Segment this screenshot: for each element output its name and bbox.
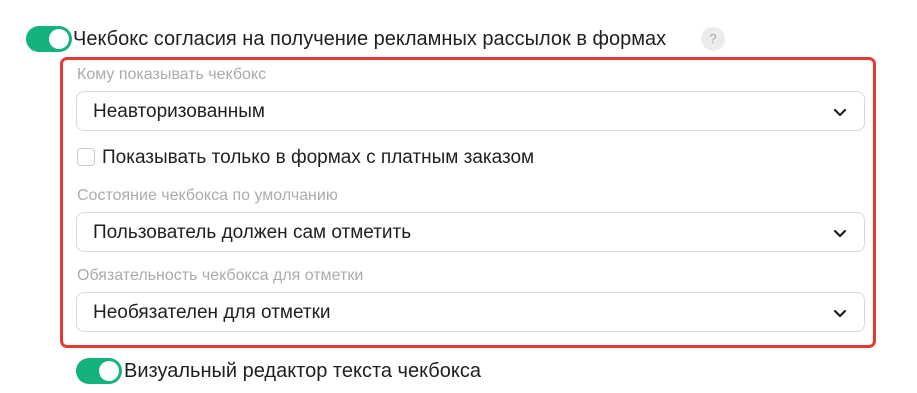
visual-editor-label: Визуальный редактор текста чекбокса [124, 360, 481, 382]
toggle-knob [49, 29, 69, 49]
paid-only-checkbox[interactable] [77, 148, 95, 166]
show-to-select[interactable]: Неавторизованным [76, 91, 865, 131]
visual-editor-toggle[interactable] [76, 358, 122, 384]
required-select[interactable]: Необязателен для отметки [76, 292, 865, 332]
paid-only-label[interactable]: Показывать только в формах с платным зак… [102, 147, 534, 169]
consent-checkbox-toggle[interactable] [26, 26, 72, 52]
chevron-down-icon [833, 309, 847, 318]
required-label: Обязательность чекбокса для отметки [77, 267, 364, 284]
toggle-knob [99, 361, 119, 381]
default-state-label: Состояние чекбокса по умолчанию [77, 187, 338, 204]
show-to-label: Кому показывать чекбокс [77, 66, 267, 83]
required-value: Необязателен для отметки [93, 302, 331, 323]
default-state-value: Пользователь должен сам отметить [93, 222, 412, 243]
chevron-down-icon [833, 229, 847, 238]
help-icon[interactable]: ? [701, 27, 725, 51]
show-to-value: Неавторизованным [93, 101, 265, 122]
chevron-down-icon [833, 108, 847, 117]
consent-toggle-label: Чекбокс согласия на получение рекламных … [73, 28, 667, 50]
default-state-select[interactable]: Пользователь должен сам отметить [76, 212, 865, 252]
